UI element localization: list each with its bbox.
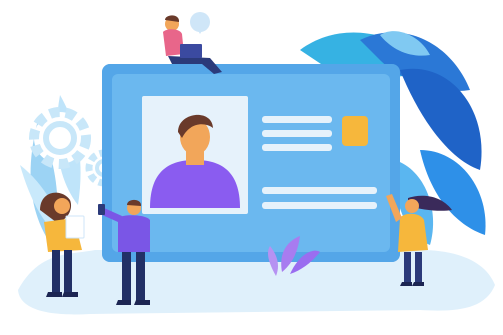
id-card-illustration [18,12,495,315]
card-text-line-3 [262,144,332,151]
card-text-line-4 [262,187,377,194]
illustration [0,0,503,335]
large-gear-icon [29,107,91,169]
document-icon [65,215,85,239]
phone-icon [98,204,105,215]
card-chip-icon [342,116,368,146]
card-text-line-5 [262,202,377,209]
card-text-line-2 [262,130,332,137]
card-text-line-1 [262,116,332,123]
laptop-icon [180,44,202,58]
